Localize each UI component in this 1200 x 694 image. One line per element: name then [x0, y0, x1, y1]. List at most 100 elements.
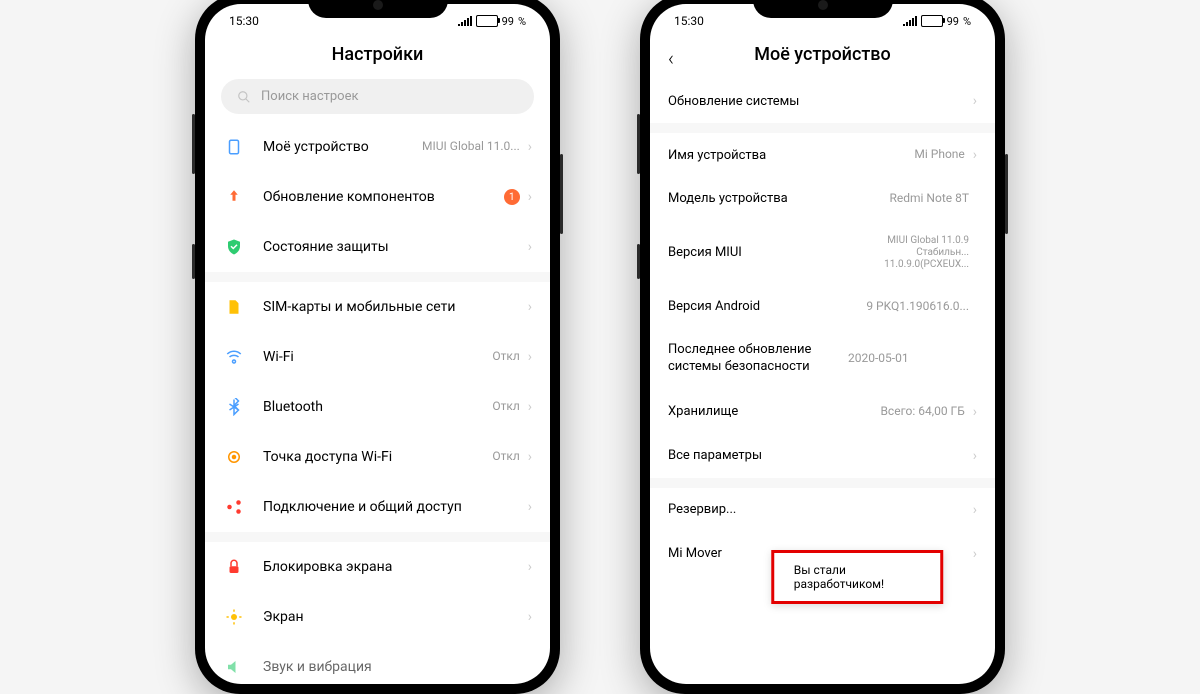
row-display[interactable]: Экран ›: [205, 592, 550, 642]
status-right: 99%: [458, 15, 526, 28]
row-device-name[interactable]: Имя устройства Mi Phone ›: [650, 133, 995, 177]
row-label: Версия MIUI: [668, 245, 884, 260]
row-value: 2020-05-01: [848, 351, 909, 367]
status-bar: 15:30 99%: [205, 4, 550, 34]
row-lock-screen[interactable]: Блокировка экрана ›: [205, 542, 550, 592]
row-label: Подключение и общий доступ: [263, 499, 528, 515]
row-connection-sharing[interactable]: Подключение и общий доступ ›: [205, 482, 550, 532]
battery-percent: 99: [502, 15, 514, 28]
row-value: MIUI Global 11.0.9 Стабильн... 11.0.9.0(…: [884, 235, 969, 271]
row-label: Точка доступа Wi-Fi: [263, 449, 492, 465]
status-right: 99%: [903, 15, 971, 28]
hotspot-icon: [223, 446, 245, 468]
battery-icon: [476, 15, 498, 27]
phone-left: 15:30 99% Настройки Поиск настроек Моё у…: [195, 0, 560, 694]
device-info-list: Обновление системы › Имя устройства Mi P…: [650, 79, 995, 576]
phone-icon: [223, 136, 245, 158]
row-value: Откл: [492, 399, 519, 415]
screen-left: 15:30 99% Настройки Поиск настроек Моё у…: [205, 4, 550, 684]
chevron-right-icon: ›: [528, 399, 532, 415]
row-security-status[interactable]: Состояние защиты ›: [205, 222, 550, 272]
page-title: Настройки: [332, 44, 424, 65]
settings-list: Моё устройство MIUI Global 11.0... › Обн…: [205, 122, 550, 684]
toast-developer: Вы стали разработчиком!: [771, 550, 944, 604]
chevron-right-icon: ›: [528, 559, 532, 575]
page-title: Моё устройство: [754, 44, 891, 65]
row-android-version[interactable]: Версия Android 9 PKQ1.190616.0...: [650, 285, 995, 329]
phone-right: 15:30 99% ‹ Моё устройство Обновление си…: [640, 0, 1005, 694]
row-storage[interactable]: Хранилище Всего: 64,00 ГБ ›: [650, 390, 995, 434]
search-input[interactable]: Поиск настроек: [221, 79, 534, 114]
row-security-patch[interactable]: Последнее обновление системы безопасност…: [650, 328, 995, 390]
row-label: Резервир...: [668, 502, 973, 517]
row-label: Хранилище: [668, 404, 880, 419]
chevron-right-icon: ›: [973, 502, 977, 518]
back-button[interactable]: ‹: [668, 46, 674, 70]
volume-button: [192, 114, 195, 174]
chevron-right-icon: ›: [973, 404, 977, 420]
header: ‹ Моё устройство: [650, 34, 995, 79]
battery-icon: [921, 15, 943, 27]
volume-button: [637, 114, 640, 174]
row-label: Экран: [263, 609, 528, 625]
lock-icon: [223, 556, 245, 578]
row-label: Состояние защиты: [263, 239, 528, 255]
wifi-icon: [223, 346, 245, 368]
chevron-right-icon: ›: [528, 349, 532, 365]
bluetooth-icon: [223, 396, 245, 418]
chevron-right-icon: ›: [973, 147, 977, 163]
power-button: [560, 154, 563, 234]
row-bluetooth[interactable]: Bluetooth Откл ›: [205, 382, 550, 432]
chevron-right-icon: ›: [528, 299, 532, 315]
chevron-right-icon: ›: [528, 239, 532, 255]
row-label: SIM-карты и мобильные сети: [263, 299, 528, 315]
row-label: Bluetooth: [263, 399, 492, 415]
chevron-right-icon: ›: [973, 448, 977, 464]
search-placeholder: Поиск настроек: [261, 89, 359, 104]
row-label: Моё устройство: [263, 139, 422, 155]
row-wifi[interactable]: Wi-Fi Откл ›: [205, 332, 550, 382]
row-label: Обновление системы: [668, 94, 973, 109]
chevron-right-icon: ›: [528, 139, 532, 155]
row-label: Версия Android: [668, 299, 866, 314]
row-system-update[interactable]: Обновление системы ›: [650, 79, 995, 123]
row-miui-version[interactable]: Версия MIUI MIUI Global 11.0.9 Стабильн.…: [650, 221, 995, 285]
row-sim-cards[interactable]: SIM-карты и мобильные сети ›: [205, 282, 550, 332]
update-icon: [223, 186, 245, 208]
chevron-right-icon: ›: [973, 93, 977, 109]
screen-right: 15:30 99% ‹ Моё устройство Обновление си…: [650, 4, 995, 684]
row-hotspot[interactable]: Точка доступа Wi-Fi Откл ›: [205, 432, 550, 482]
row-my-device[interactable]: Моё устройство MIUI Global 11.0... ›: [205, 122, 550, 172]
sim-icon: [223, 296, 245, 318]
row-label: Звук и вибрация: [263, 659, 532, 675]
search-icon: [237, 90, 251, 104]
row-value: 9 PKQ1.190616.0...: [866, 299, 969, 315]
row-label: Имя устройства: [668, 148, 914, 163]
row-label: Модель устройства: [668, 191, 889, 206]
badge-count: 1: [504, 189, 520, 205]
row-label: Wi-Fi: [263, 349, 492, 365]
row-components-update[interactable]: Обновление компонентов 1 ›: [205, 172, 550, 222]
chevron-right-icon: ›: [528, 499, 532, 515]
row-label: Обновление компонентов: [263, 189, 504, 205]
row-label: Все параметры: [668, 448, 973, 463]
header: Настройки: [205, 34, 550, 79]
side-button: [192, 244, 195, 279]
row-value: Откл: [492, 449, 519, 465]
divider: [650, 478, 995, 488]
chevron-right-icon: ›: [528, 449, 532, 465]
row-value: Mi Phone: [914, 147, 964, 163]
speaker-icon: [223, 656, 245, 678]
brightness-icon: [223, 606, 245, 628]
divider: [205, 532, 550, 542]
battery-percent: 99: [947, 15, 959, 28]
chevron-right-icon: ›: [528, 609, 532, 625]
status-bar: 15:30 99%: [650, 4, 995, 34]
divider: [205, 272, 550, 282]
row-backup[interactable]: Резервир... ›: [650, 488, 995, 532]
row-device-model[interactable]: Модель устройства Redmi Note 8T: [650, 177, 995, 221]
row-value: Всего: 64,00 ГБ: [880, 404, 964, 420]
row-label: Последнее обновление системы безопасност…: [668, 342, 848, 376]
row-all-params[interactable]: Все параметры ›: [650, 434, 995, 478]
row-sound[interactable]: Звук и вибрация: [205, 642, 550, 684]
